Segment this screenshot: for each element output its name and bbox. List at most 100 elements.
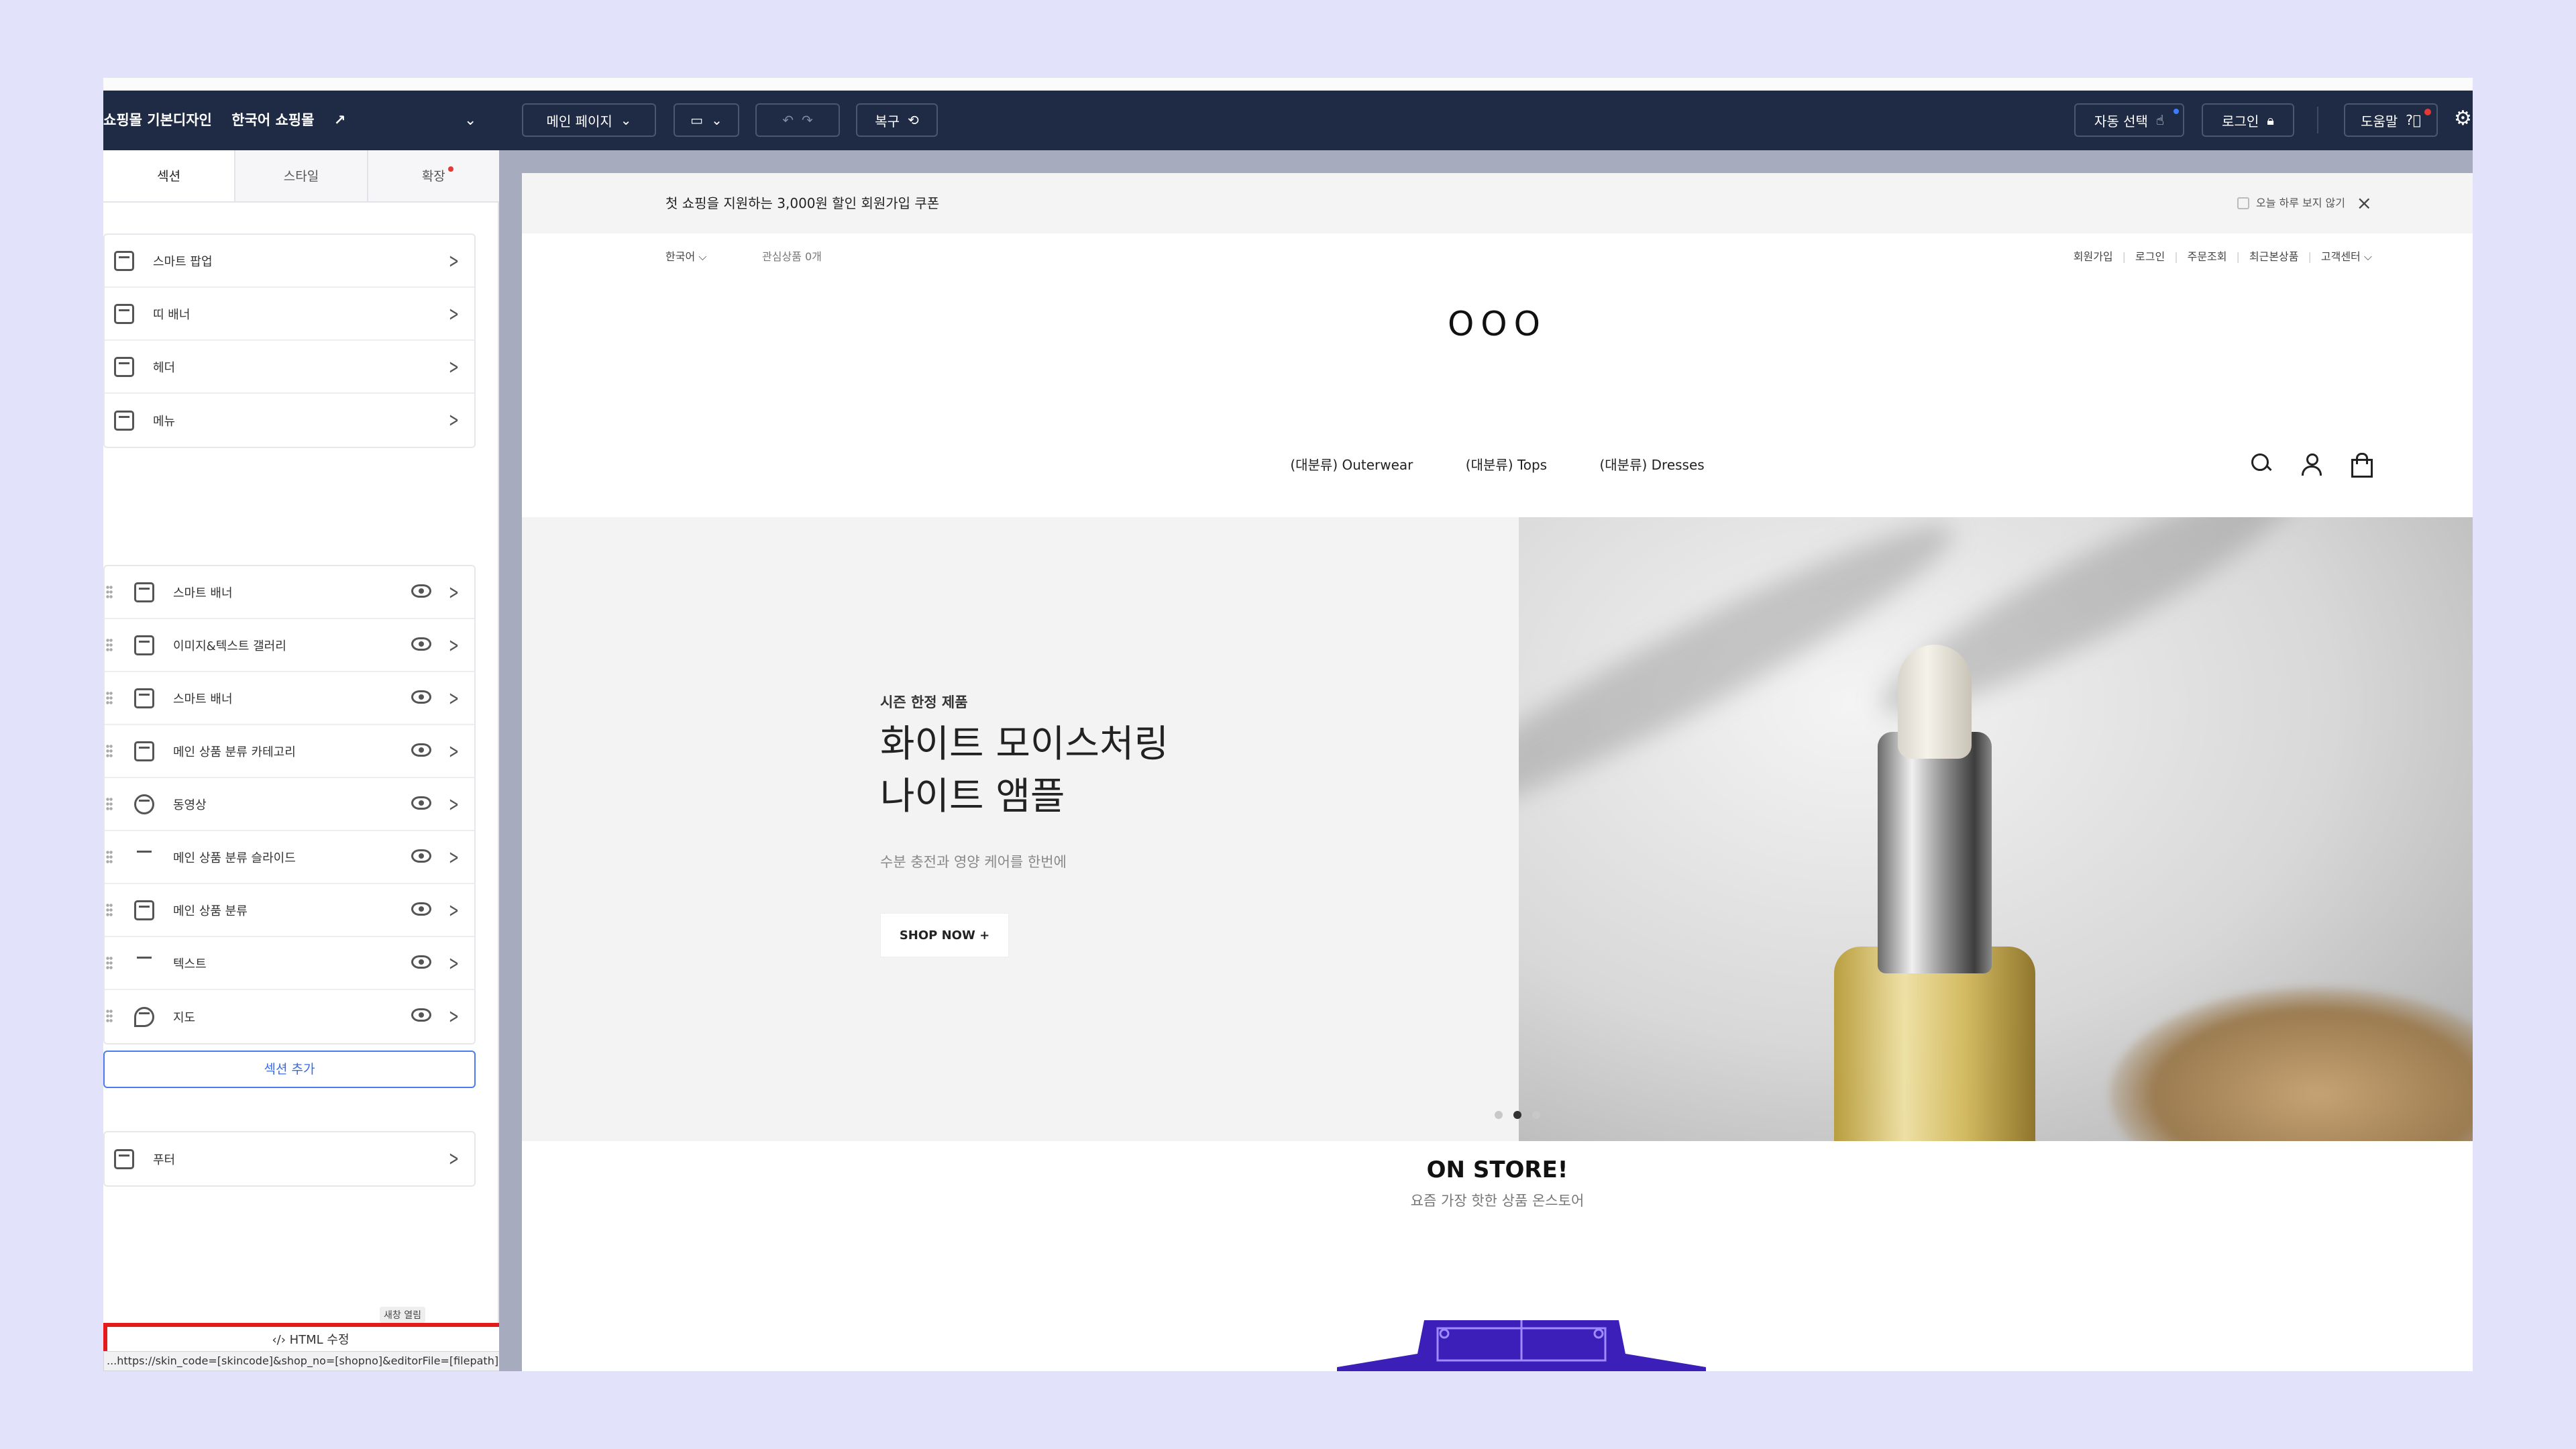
eye-icon[interactable] bbox=[411, 584, 431, 598]
chevron-right-icon: > bbox=[448, 899, 459, 922]
product-icon bbox=[134, 900, 154, 920]
search-icon[interactable] bbox=[2250, 452, 2273, 475]
hide-today-checkbox[interactable]: 오늘 하루 보지 않기 bbox=[2237, 173, 2345, 233]
shopping-bag-icon[interactable] bbox=[2349, 452, 2373, 478]
hero-banner[interactable]: 시즌 한정 제품 화이트 모이스처링 나이트 앰플 수분 충전과 영양 케어를 … bbox=[522, 517, 2473, 1141]
dried-grass bbox=[2109, 987, 2473, 1141]
tab-label: 스타일 bbox=[283, 169, 319, 184]
section-item-text[interactable]: 텍스트 > bbox=[105, 937, 474, 990]
section-item-smart-banner-2[interactable]: 스마트 배너 > bbox=[105, 672, 474, 725]
link-customer-center[interactable]: 고객센터 ⌵ bbox=[2321, 233, 2372, 280]
link-recent-products[interactable]: 최근본상품 bbox=[2249, 233, 2299, 280]
eye-icon[interactable] bbox=[411, 637, 431, 651]
tab-style[interactable]: 스타일 bbox=[234, 150, 367, 201]
external-link-icon[interactable]: ↗ bbox=[334, 112, 346, 128]
play-icon bbox=[134, 794, 154, 814]
nav-item-tops[interactable]: (대분류) Tops bbox=[1466, 457, 1547, 473]
slide-dot-active[interactable] bbox=[1513, 1111, 1521, 1119]
link-join[interactable]: 회원가입 bbox=[2074, 233, 2113, 280]
shop-now-button[interactable]: SHOP NOW + bbox=[880, 913, 1009, 957]
section-item-strip-banner[interactable]: 띠 배너 > bbox=[105, 288, 474, 341]
hide-today-label: 오늘 하루 보지 않기 bbox=[2255, 197, 2345, 209]
add-section-button[interactable]: 섹션 추가 bbox=[103, 1051, 476, 1088]
chevron-down-icon[interactable]: ⌄ bbox=[464, 91, 476, 150]
toolbar-divider bbox=[2317, 107, 2318, 133]
drag-handle-icon[interactable] bbox=[106, 744, 113, 759]
editor-toolbar: 쇼핑몰 기본디자인 한국어 쇼핑몰 ↗ ⌄ 메인 페이지 ⌄ ▭ ⌄ ↶ ↷ 복… bbox=[103, 91, 2473, 150]
drag-handle-icon[interactable] bbox=[106, 903, 113, 918]
drag-handle-icon[interactable] bbox=[106, 850, 113, 865]
chevron-right-icon: > bbox=[448, 634, 459, 657]
section-item-menu[interactable]: 메뉴 > bbox=[105, 394, 474, 447]
language-select[interactable]: 한국어 ⌵ bbox=[665, 233, 706, 280]
coupon-strip-banner[interactable]: 첫 쇼핑을 지원하는 3,000원 할인 회원가입 쿠폰 오늘 하루 보지 않기… bbox=[522, 173, 2473, 233]
drag-handle-icon[interactable] bbox=[106, 956, 113, 971]
fixed-section-list: 스마트 팝업 > 띠 배너 > 헤더 > 메뉴 > bbox=[103, 233, 476, 448]
chevron-right-icon: > bbox=[448, 952, 459, 975]
nav-item-outerwear[interactable]: (대분류) Outerwear bbox=[1290, 457, 1413, 473]
drag-handle-icon[interactable] bbox=[106, 797, 113, 812]
shop-logo[interactable]: OOO bbox=[522, 305, 2473, 343]
section-label: 헤더 bbox=[153, 360, 176, 375]
tab-extension[interactable]: 확장 bbox=[366, 150, 499, 201]
undo-icon[interactable]: ↶ bbox=[782, 112, 794, 128]
section-item-main-category[interactable]: 메인 상품 분류 카테고리 > bbox=[105, 725, 474, 778]
section-item-image-text-gallery[interactable]: 이미지&텍스트 갤러리 > bbox=[105, 619, 474, 672]
slide-dot[interactable] bbox=[1495, 1111, 1503, 1119]
section-item-main-slide[interactable]: 메인 상품 분류 슬라이드 > bbox=[105, 831, 474, 884]
section-label: 스마트 배너 bbox=[173, 692, 233, 706]
gear-icon[interactable]: ⚙ bbox=[2454, 107, 2472, 130]
eye-icon[interactable] bbox=[411, 1008, 431, 1022]
section-item-main-products[interactable]: 메인 상품 분류 > bbox=[105, 884, 474, 937]
login-button[interactable]: 로그인 🔒︎ bbox=[2202, 103, 2294, 137]
serum-bottle-collar bbox=[1878, 732, 1992, 973]
drag-handle-icon[interactable] bbox=[106, 585, 113, 600]
new-window-tooltip: 새창 열림 bbox=[380, 1307, 425, 1323]
eye-icon[interactable] bbox=[411, 796, 431, 810]
close-icon[interactable]: × bbox=[2357, 173, 2372, 233]
drag-handle-icon[interactable] bbox=[106, 638, 113, 653]
hero-eyebrow: 시즌 한정 제품 bbox=[880, 694, 968, 710]
section-item-footer[interactable]: 푸터 > bbox=[105, 1132, 474, 1185]
drag-handle-icon[interactable] bbox=[106, 1009, 113, 1024]
chevron-right-icon: > bbox=[448, 793, 459, 816]
section-label: 띠 배너 bbox=[153, 307, 191, 322]
section-panel: 섹션 스타일 확장 스마트 팝업 > 띠 배너 > 헤더 > 메뉴 > 스마트 배너 > … bbox=[103, 150, 499, 1371]
device-select[interactable]: ▭ ⌄ bbox=[674, 103, 739, 137]
serum-bottle-body bbox=[1834, 947, 2035, 1141]
restore-button[interactable]: 복구 ⟲ bbox=[856, 103, 938, 137]
tab-section[interactable]: 섹션 bbox=[103, 150, 235, 201]
monitor-icon: ▭ bbox=[690, 112, 704, 128]
page-select[interactable]: 메인 페이지 ⌄ bbox=[522, 103, 656, 137]
user-icon[interactable] bbox=[2300, 452, 2322, 476]
section-item-smart-popup[interactable]: 스마트 팝업 > bbox=[105, 235, 474, 288]
section-item-smart-banner[interactable]: 스마트 배너 > bbox=[105, 566, 474, 619]
eye-icon[interactable] bbox=[411, 955, 431, 969]
wishlist-count[interactable]: 관심상품 0개 bbox=[762, 233, 822, 280]
eye-icon[interactable] bbox=[411, 743, 431, 757]
more-dots-icon bbox=[134, 847, 154, 867]
eye-icon[interactable] bbox=[411, 849, 431, 863]
link-login[interactable]: 로그인 bbox=[2135, 233, 2165, 280]
chevron-right-icon: > bbox=[448, 303, 459, 326]
slide-dot[interactable] bbox=[1532, 1111, 1540, 1119]
drag-handle-icon[interactable] bbox=[106, 691, 113, 706]
editor-window: 쇼핑몰 기본디자인 한국어 쇼핑몰 ↗ ⌄ 메인 페이지 ⌄ ▭ ⌄ ↶ ↷ 복… bbox=[103, 78, 2473, 1371]
section-label: 스마트 팝업 bbox=[153, 254, 213, 269]
footer-section-list: 푸터 > bbox=[103, 1131, 476, 1187]
text-icon bbox=[134, 953, 154, 973]
eye-icon[interactable] bbox=[411, 902, 431, 916]
shop-name[interactable]: 한국어 쇼핑몰 bbox=[231, 112, 314, 128]
eye-icon[interactable] bbox=[411, 690, 431, 704]
hero-product-image bbox=[1519, 517, 2473, 1141]
link-order-lookup[interactable]: 주문조회 bbox=[2188, 233, 2227, 280]
redo-icon[interactable]: ↷ bbox=[802, 112, 813, 128]
auto-select-button[interactable]: 자동 선택 ☝ bbox=[2074, 103, 2184, 137]
section-item-map[interactable]: 지도 > bbox=[105, 990, 474, 1043]
nav-item-dresses[interactable]: (대분류) Dresses bbox=[1599, 457, 1704, 473]
section-item-video[interactable]: 동영상 > bbox=[105, 778, 474, 831]
section-item-header[interactable]: 헤더 > bbox=[105, 341, 474, 394]
shop-preview[interactable]: 첫 쇼핑을 지원하는 3,000원 할인 회원가입 쿠폰 오늘 하루 보지 않기… bbox=[522, 173, 2473, 1371]
chevron-right-icon: > bbox=[448, 250, 459, 273]
help-button[interactable]: 도움말 ?⃝ bbox=[2344, 103, 2438, 137]
